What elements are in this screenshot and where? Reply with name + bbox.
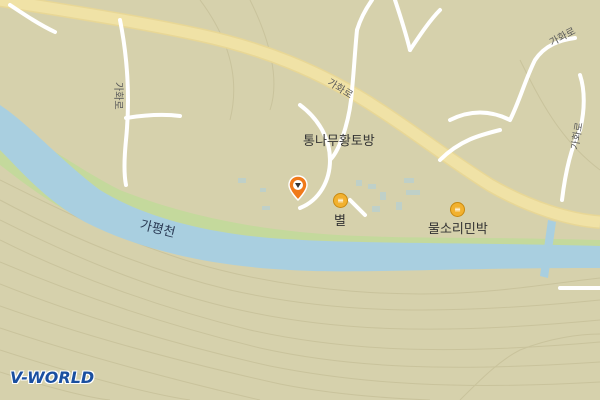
place-label-byeol[interactable]: 별 [334,210,346,229]
road-label-gahwa-1: 가화로 [112,82,123,110]
place-label-tongnamu[interactable]: 통나무황토방 [303,130,375,149]
lodging-icon[interactable]: ≡ [450,202,465,217]
vworld-logo: V-WORLD [10,368,95,387]
map-view[interactable]: 가화로 가화로 가화로 가화로 가평천 통나무황토방 ≡ 별 ≡ 물소리민박 V… [0,0,600,400]
place-label-mulsori[interactable]: 물소리민박 [428,218,488,237]
location-pin-icon[interactable] [288,175,308,201]
lodging-icon[interactable]: ≡ [333,193,348,208]
buildings [238,178,420,212]
